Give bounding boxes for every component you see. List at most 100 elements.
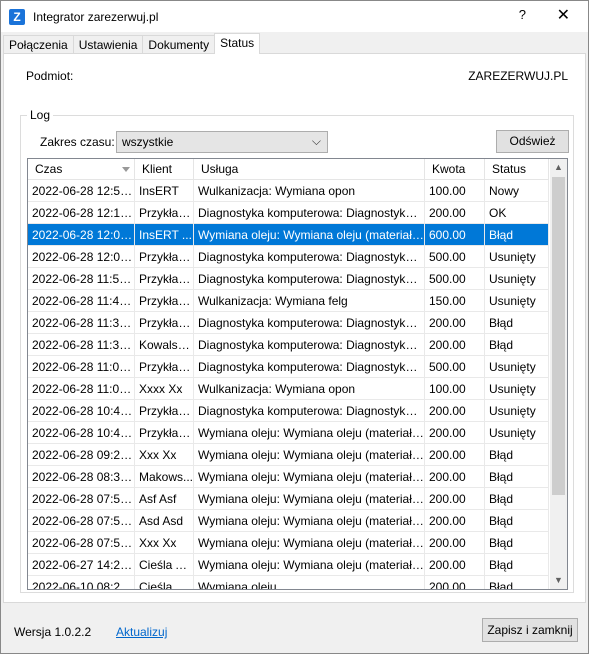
tab-status[interactable]: Status xyxy=(214,33,261,54)
cell-amount: 500.00 xyxy=(425,246,485,267)
table-body: 2022-06-28 12:51:46 InsERT Wulkanizacja: W… xyxy=(28,180,549,589)
cell-time: 2022-06-28 08:32:28 xyxy=(28,466,135,487)
cell-service: Wymiana oleju... xyxy=(194,576,425,589)
scroll-down-icon[interactable]: ▼ xyxy=(550,572,567,589)
cell-client: Asd Asd xyxy=(135,510,194,531)
table-header: Czas Klient Usługa Kwota Status xyxy=(28,159,549,180)
table-row[interactable]: 2022-06-10 08:21:24 Cieśla Ar... Wymiana o… xyxy=(28,576,549,589)
table-row[interactable]: 2022-06-28 07:54:56 Asd Asd Wymiana oleju:… xyxy=(28,510,549,532)
table-row[interactable]: 2022-06-28 07:53:40 Xxx Xx Wymiana oleju: … xyxy=(28,532,549,554)
cell-service: Diagnostyka komputerowa: Diagnostyka roz… xyxy=(194,246,425,267)
table-row[interactable]: 2022-06-28 11:46:11 Przykład... Wulkanizac… xyxy=(28,290,549,312)
cell-time: 2022-06-28 11:31:25 xyxy=(28,334,135,355)
cell-status: Usunięty xyxy=(485,246,549,267)
cell-service: Wulkanizacja: Wymiana felg xyxy=(194,290,425,311)
cell-amount: 200.00 xyxy=(425,400,485,421)
table-row[interactable]: 2022-06-28 12:51:46 InsERT Wulkanizacja: W… xyxy=(28,180,549,202)
close-button[interactable]: ✕ xyxy=(557,5,570,25)
table-row[interactable]: 2022-06-28 12:18:36 Przykład... Diagnostyk… xyxy=(28,202,549,224)
cell-status: Błąd xyxy=(485,488,549,509)
cell-amount: 200.00 xyxy=(425,466,485,487)
table-row[interactable]: 2022-06-28 10:43:00 Przykład... Wymiana ol… xyxy=(28,422,549,444)
cell-client: Przykład... xyxy=(135,268,194,289)
tab-dokumenty[interactable]: Dokumenty xyxy=(142,35,216,54)
version-label: Wersja 1.0.2.2 xyxy=(14,625,92,639)
cell-client: InsERT xyxy=(135,180,194,201)
cell-time: 2022-06-27 14:21:53 xyxy=(28,554,135,575)
table-row[interactable]: 2022-06-28 11:31:25 Kowalski... Diagnostyk… xyxy=(28,334,549,356)
cell-time: 2022-06-28 07:53:40 xyxy=(28,532,135,553)
cell-status: Usunięty xyxy=(485,422,549,443)
cell-time: 2022-06-28 11:00:49 xyxy=(28,378,135,399)
cell-client: Cieśla Ar... xyxy=(135,576,194,589)
vertical-scrollbar[interactable]: ▲ ▼ xyxy=(550,159,567,589)
cell-service: Diagnostyka komputerowa: Diagnostyka roz… xyxy=(194,268,425,289)
cell-service: Wymiana oleju: Wymiana oleju (materiały … xyxy=(194,532,425,553)
column-header-time[interactable]: Czas xyxy=(28,159,135,180)
cell-amount: 100.00 xyxy=(425,378,485,399)
column-header-amount[interactable]: Kwota xyxy=(425,159,485,180)
update-link[interactable]: Aktualizuj xyxy=(116,625,167,639)
save-and-close-button[interactable]: Zapisz i zamknij xyxy=(482,618,578,642)
table-row[interactable]: 2022-06-28 12:09:46 InsERT ... Wymiana ole… xyxy=(28,224,549,246)
cell-service: Diagnostyka komputerowa: Diagnostyka pod… xyxy=(194,334,425,355)
cell-amount: 200.00 xyxy=(425,510,485,531)
cell-amount: 200.00 xyxy=(425,312,485,333)
cell-client: Przykład... xyxy=(135,400,194,421)
cell-time: 2022-06-28 07:56:55 xyxy=(28,488,135,509)
cell-status: Błąd xyxy=(485,312,549,333)
table-row[interactable]: 2022-06-28 09:27:41 Xxx Xx Wymiana oleju: … xyxy=(28,444,549,466)
refresh-button[interactable]: Odśwież xyxy=(496,130,569,153)
time-range-select[interactable]: wszystkie ⌵ xyxy=(116,131,328,153)
cell-status: Usunięty xyxy=(485,378,549,399)
table-row[interactable]: 2022-06-28 08:32:28 Makows... Wymiana olej… xyxy=(28,466,549,488)
cell-client: Przykład... xyxy=(135,246,194,267)
cell-service: Wymiana oleju: Wymiana oleju (materiały … xyxy=(194,422,425,443)
cell-status: Błąd xyxy=(485,466,549,487)
cell-time: 2022-06-28 11:02:22 xyxy=(28,356,135,377)
cell-time: 2022-06-28 11:51:19 xyxy=(28,268,135,289)
table-row[interactable]: 2022-06-28 12:05:54 Przykład... Diagnostyk… xyxy=(28,246,549,268)
cell-time: 2022-06-28 12:18:36 xyxy=(28,202,135,223)
cell-client: Xxx Xx xyxy=(135,532,194,553)
column-header-service[interactable]: Usługa xyxy=(194,159,425,180)
table-row[interactable]: 2022-06-28 07:56:55 Asf Asf Wymiana oleju:… xyxy=(28,488,549,510)
podmiot-label: Podmiot: xyxy=(26,69,74,83)
tab-ustawienia[interactable]: Ustawienia xyxy=(72,35,144,54)
app-window: Z Integrator zarezerwuj.pl ? ✕ Połączeni… xyxy=(0,0,589,654)
cell-amount: 100.00 xyxy=(425,180,485,201)
cell-service: Wymiana oleju: Wymiana oleju (materiały … xyxy=(194,444,425,465)
table-row[interactable]: 2022-06-28 11:33:33 Przykład... Diagnostyk… xyxy=(28,312,549,334)
table-row[interactable]: 2022-06-28 11:51:19 Przykład... Diagnostyk… xyxy=(28,268,549,290)
scroll-thumb[interactable] xyxy=(552,177,565,495)
cell-status: Błąd xyxy=(485,510,549,531)
tab-strip: Połączenia Ustawienia Dokumenty Status xyxy=(3,33,261,54)
table-row[interactable]: 2022-06-28 11:00:49 Xxxx Xx Wulkanizacja: … xyxy=(28,378,549,400)
cell-service: Wulkanizacja: Wymiana opon xyxy=(194,180,425,201)
cell-time: 2022-06-28 12:09:46 xyxy=(28,224,135,245)
chevron-down-icon: ⌵ xyxy=(311,134,321,148)
cell-status: Błąd xyxy=(485,532,549,553)
table-row[interactable]: 2022-06-28 11:02:22 Przykład... Diagnostyk… xyxy=(28,356,549,378)
column-header-status[interactable]: Status xyxy=(485,159,549,180)
podmiot-value: ZAREZERWUJ.PL xyxy=(468,69,568,83)
cell-amount: 200.00 xyxy=(425,554,485,575)
cell-client: Przykład... xyxy=(135,202,194,223)
table-row[interactable]: 2022-06-28 10:48:51 Przykład... Diagnostyk… xyxy=(28,400,549,422)
cell-service: Diagnostyka komputerowa: Diagnostyka pod… xyxy=(194,202,425,223)
cell-client: Xxxx Xx xyxy=(135,378,194,399)
cell-status: Błąd xyxy=(485,554,549,575)
cell-service: Wymiana oleju: Wymiana oleju (materiały … xyxy=(194,466,425,487)
cell-amount: 200.00 xyxy=(425,334,485,355)
cell-time: 2022-06-28 10:43:00 xyxy=(28,422,135,443)
table-row[interactable]: 2022-06-27 14:21:53 Cieśla Ar... Wymiana o… xyxy=(28,554,549,576)
window-title: Integrator zarezerwuj.pl xyxy=(33,9,159,24)
column-header-time-label: Czas xyxy=(35,162,63,176)
status-panel: Podmiot: ZAREZERWUJ.PL Log Zakres czasu:… xyxy=(3,53,586,603)
cell-service: Diagnostyka komputerowa: Diagnostyka roz… xyxy=(194,356,425,377)
column-header-client[interactable]: Klient xyxy=(135,159,194,180)
scroll-up-icon[interactable]: ▲ xyxy=(550,159,567,176)
tab-polaczenia[interactable]: Połączenia xyxy=(3,35,74,54)
help-button[interactable]: ? xyxy=(519,7,526,22)
cell-client: Przykład... xyxy=(135,422,194,443)
